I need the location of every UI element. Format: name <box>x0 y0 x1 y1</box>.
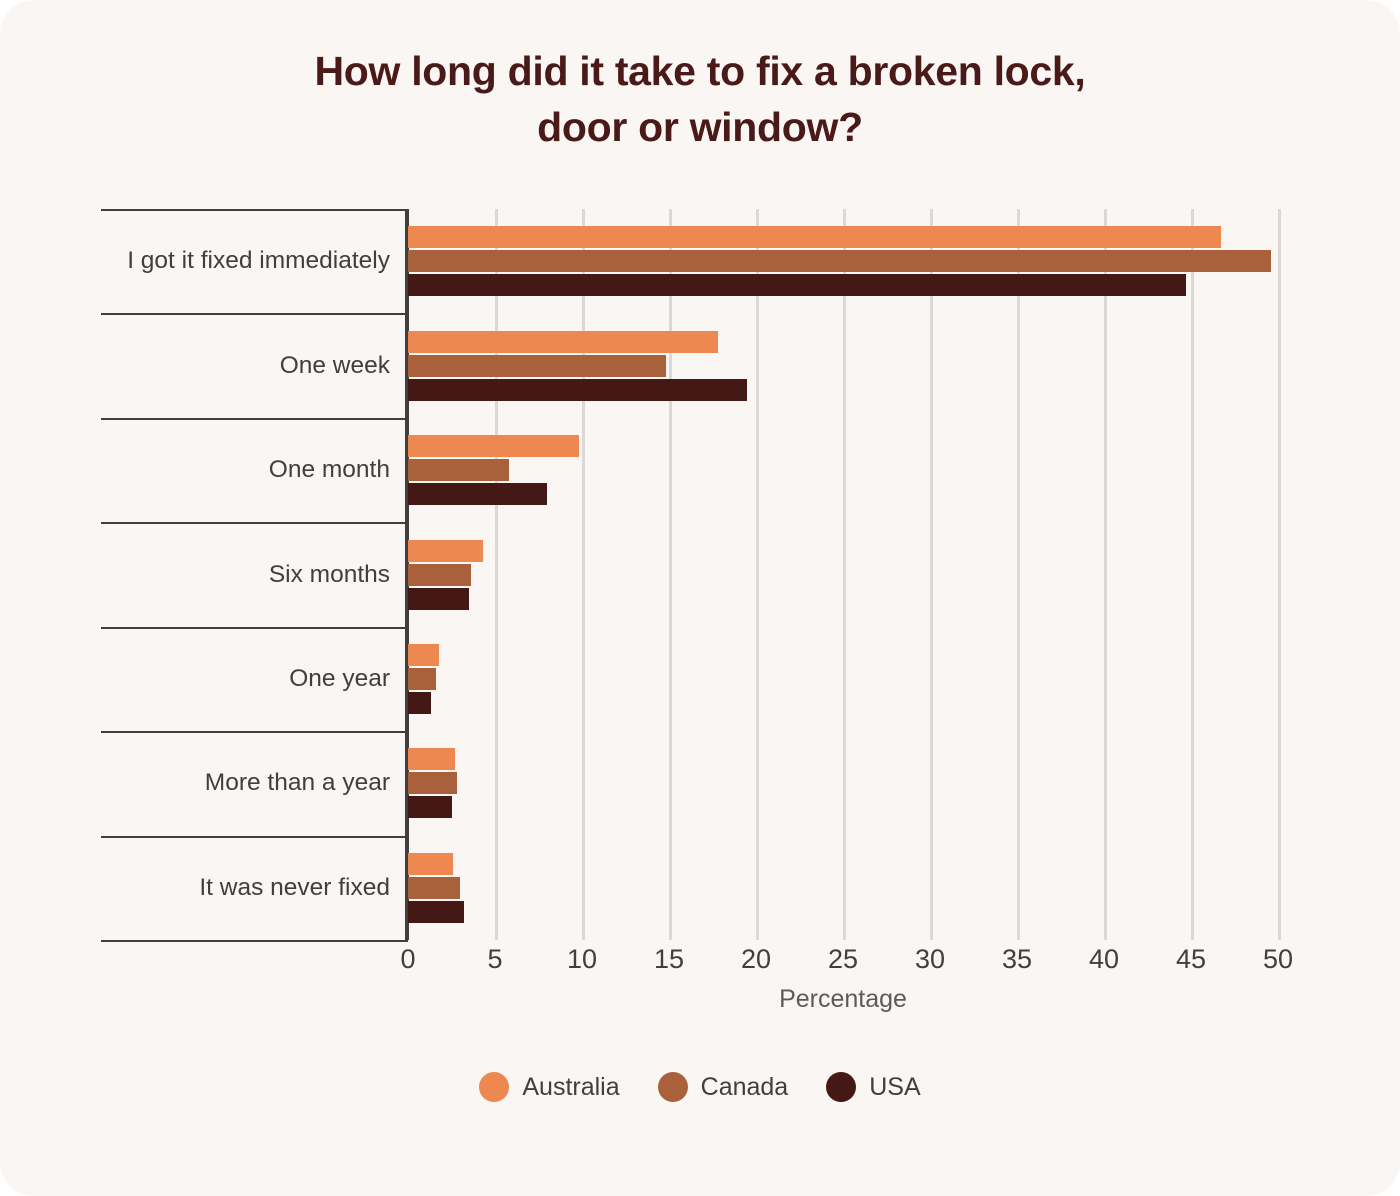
x-tick-50: 50 <box>1262 944 1294 974</box>
bar-usa-1 <box>408 378 748 401</box>
x-tick-35: 35 <box>1001 944 1033 974</box>
category-rule <box>101 940 408 942</box>
bar-australia-2 <box>408 435 579 458</box>
gridline-50 <box>1278 209 1281 940</box>
x-tick-15: 15 <box>653 944 685 974</box>
category-rule <box>101 835 408 838</box>
category-rule <box>101 209 408 211</box>
category-label-2: One month <box>268 456 390 484</box>
bar-canada-1 <box>408 354 666 377</box>
bar-australia-0 <box>408 226 1221 249</box>
legend-label: Canada <box>700 1072 789 1101</box>
category-label-0: I got it fixed immediately <box>127 247 390 275</box>
bar-australia-4 <box>408 643 440 666</box>
chart-title-line-1: How long did it take to fix a broken loc… <box>314 48 1086 94</box>
bar-australia-6 <box>408 852 454 875</box>
x-tick-20: 20 <box>740 944 772 974</box>
legend-label: Australia <box>522 1072 620 1101</box>
legend-item-australia[interactable]: Australia <box>479 1072 620 1102</box>
x-tick-30: 30 <box>914 944 946 974</box>
bar-usa-3 <box>408 587 469 610</box>
bar-canada-4 <box>408 667 436 690</box>
bar-usa-4 <box>408 691 431 714</box>
x-tick-45: 45 <box>1175 944 1207 974</box>
bar-usa-6 <box>408 900 464 923</box>
x-axis-label: Percentage <box>779 985 907 1013</box>
category-label-3: Six months <box>268 560 390 588</box>
category-label-4: One year <box>289 664 390 692</box>
x-tick-10: 10 <box>566 944 598 974</box>
chart-legend: Australia Canada USA <box>0 1072 1400 1102</box>
legend-item-usa[interactable]: USA <box>826 1072 921 1102</box>
bar-canada-2 <box>408 459 509 482</box>
bar-canada-6 <box>408 876 461 899</box>
category-rule <box>101 522 408 525</box>
bar-australia-3 <box>408 539 483 562</box>
category-rule <box>101 313 408 316</box>
bar-australia-5 <box>408 748 455 771</box>
x-tick-25: 25 <box>827 944 859 974</box>
bar-usa-2 <box>408 483 548 506</box>
chart-title-line-2: door or window? <box>537 103 863 150</box>
category-rule <box>101 417 408 420</box>
plot-area <box>408 209 1278 940</box>
category-label-5: More than a year <box>204 769 390 797</box>
legend-label: USA <box>869 1072 921 1101</box>
legend-swatch-icon <box>826 1072 857 1102</box>
bar-canada-0 <box>408 250 1272 273</box>
category-label-6: It was never fixed <box>199 873 390 901</box>
legend-swatch-icon <box>657 1072 688 1102</box>
legend-item-canada[interactable]: Canada <box>657 1072 789 1102</box>
bar-usa-5 <box>408 796 452 819</box>
x-tick-5: 5 <box>487 944 503 974</box>
bar-australia-1 <box>408 330 718 353</box>
chart-card: How long did it take to fix a broken loc… <box>0 0 1400 1196</box>
x-tick-40: 40 <box>1088 944 1120 974</box>
x-tick-0: 0 <box>400 944 416 974</box>
bar-usa-0 <box>408 274 1186 297</box>
category-rule <box>101 731 408 734</box>
bar-canada-5 <box>408 772 457 795</box>
chart-title: How long did it take to fix a broken loc… <box>0 44 1400 156</box>
bar-canada-3 <box>408 563 471 586</box>
legend-swatch-icon <box>479 1072 510 1102</box>
category-label-1: One week <box>279 351 390 379</box>
category-rule <box>101 626 408 629</box>
